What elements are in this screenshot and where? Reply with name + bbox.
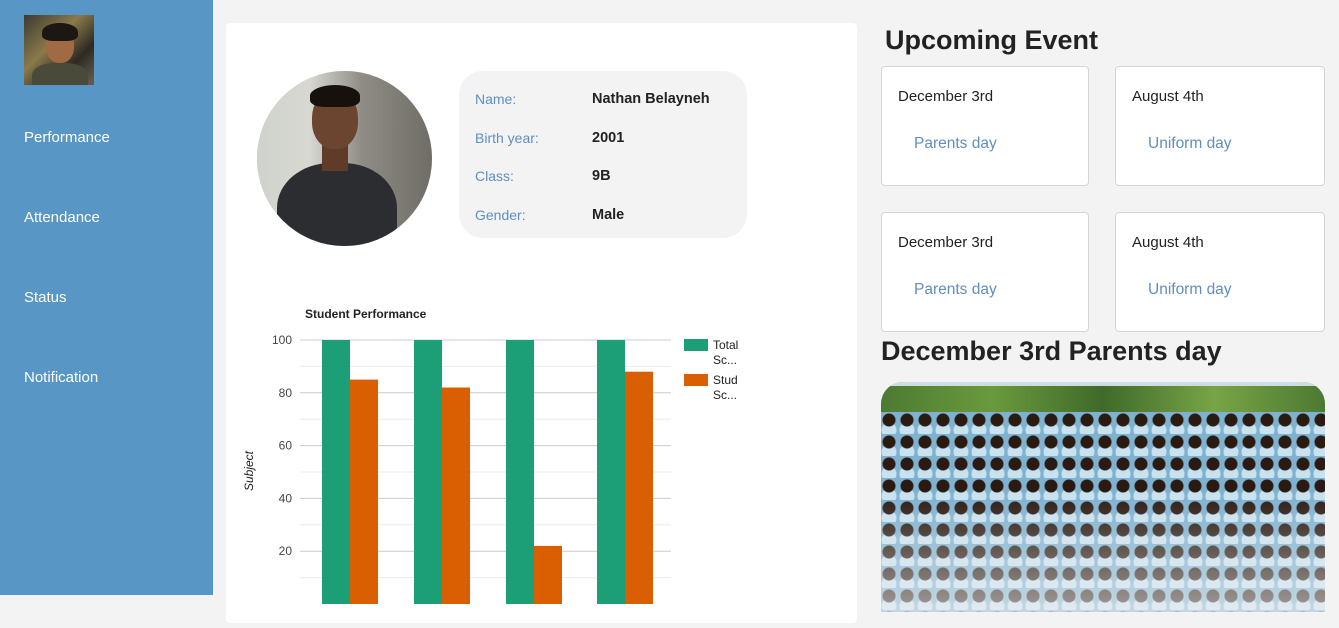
event-card[interactable]: December 3rd Parents day <box>881 66 1089 186</box>
nav-notification[interactable]: Notification <box>24 369 98 386</box>
info-label: Birth year: <box>475 130 539 146</box>
chart-legend-label-cont: Sc... <box>713 388 737 402</box>
chart-title: Student Performance <box>305 307 427 321</box>
chart-bar <box>597 340 625 604</box>
info-label: Name: <box>475 91 517 107</box>
event-name[interactable]: Uniform day <box>1148 135 1232 153</box>
event-card[interactable]: December 3rd Parents day <box>881 212 1089 332</box>
student-info-card: Name: Nathan Belayneh Birth year: 2001 C… <box>459 71 747 238</box>
chart-legend-label: Stud <box>713 373 738 387</box>
chart-legend-swatch <box>684 339 708 351</box>
chart-bar <box>625 371 653 604</box>
chart-bar <box>350 379 378 604</box>
sidebar: Performance Attendance Status Notificati… <box>0 0 213 595</box>
chart-bar <box>506 340 534 604</box>
info-label: Class: <box>475 168 514 184</box>
info-label: Gender: <box>475 207 526 223</box>
nav-performance[interactable]: Performance <box>24 129 110 146</box>
info-value: Nathan Belayneh <box>592 91 710 107</box>
event-date: August 4th <box>1132 88 1204 105</box>
student-photo <box>257 71 432 246</box>
avatar-body-shape <box>32 63 88 85</box>
user-avatar[interactable] <box>24 15 94 85</box>
nav-status[interactable]: Status <box>24 289 67 306</box>
info-value: 9B <box>592 168 611 184</box>
chart-y-axis-label: Subject <box>242 450 256 491</box>
chart-bar <box>414 340 442 604</box>
chart-legend-label-cont: Sc... <box>713 353 737 367</box>
info-value: Male <box>592 207 625 223</box>
chart-bar <box>442 387 470 604</box>
event-name[interactable]: Parents day <box>914 135 997 153</box>
chart-y-tick-label: 20 <box>279 544 293 558</box>
chart-y-tick-label: 100 <box>272 333 292 347</box>
chart-y-tick-label: 40 <box>279 491 293 505</box>
avatar-hair-shape <box>42 23 78 41</box>
chart-bar <box>534 545 562 604</box>
event-date: December 3rd <box>898 234 994 251</box>
event-date: August 4th <box>1132 234 1204 251</box>
chart-y-tick-label: 80 <box>279 386 293 400</box>
event-name[interactable]: Uniform day <box>1148 281 1232 299</box>
info-value: 2001 <box>592 130 625 146</box>
student-panel: Name: Nathan Belayneh Birth year: 2001 C… <box>226 23 857 623</box>
upcoming-event-title: Upcoming Event <box>885 25 1099 55</box>
performance-chart-svg: Student Performance Subject 20 40 60 80 100 Tot… <box>242 307 738 604</box>
chart-legend-swatch <box>684 374 708 386</box>
event-card[interactable]: August 4th Uniform day <box>1115 66 1325 186</box>
featured-event-title: December 3rd Parents day <box>881 336 1222 366</box>
chart-bar <box>322 340 350 604</box>
event-date: December 3rd <box>898 88 994 105</box>
chart-legend-label: Total <box>713 338 738 352</box>
featured-event-photo <box>881 382 1325 612</box>
chart-y-tick-label: 60 <box>279 439 293 453</box>
nav-attendance[interactable]: Attendance <box>24 209 100 226</box>
event-card[interactable]: August 4th Uniform day <box>1115 212 1325 332</box>
performance-chart: Student Performance Subject 20 40 60 80 100 Tot… <box>226 293 857 628</box>
event-name[interactable]: Parents day <box>914 281 997 299</box>
